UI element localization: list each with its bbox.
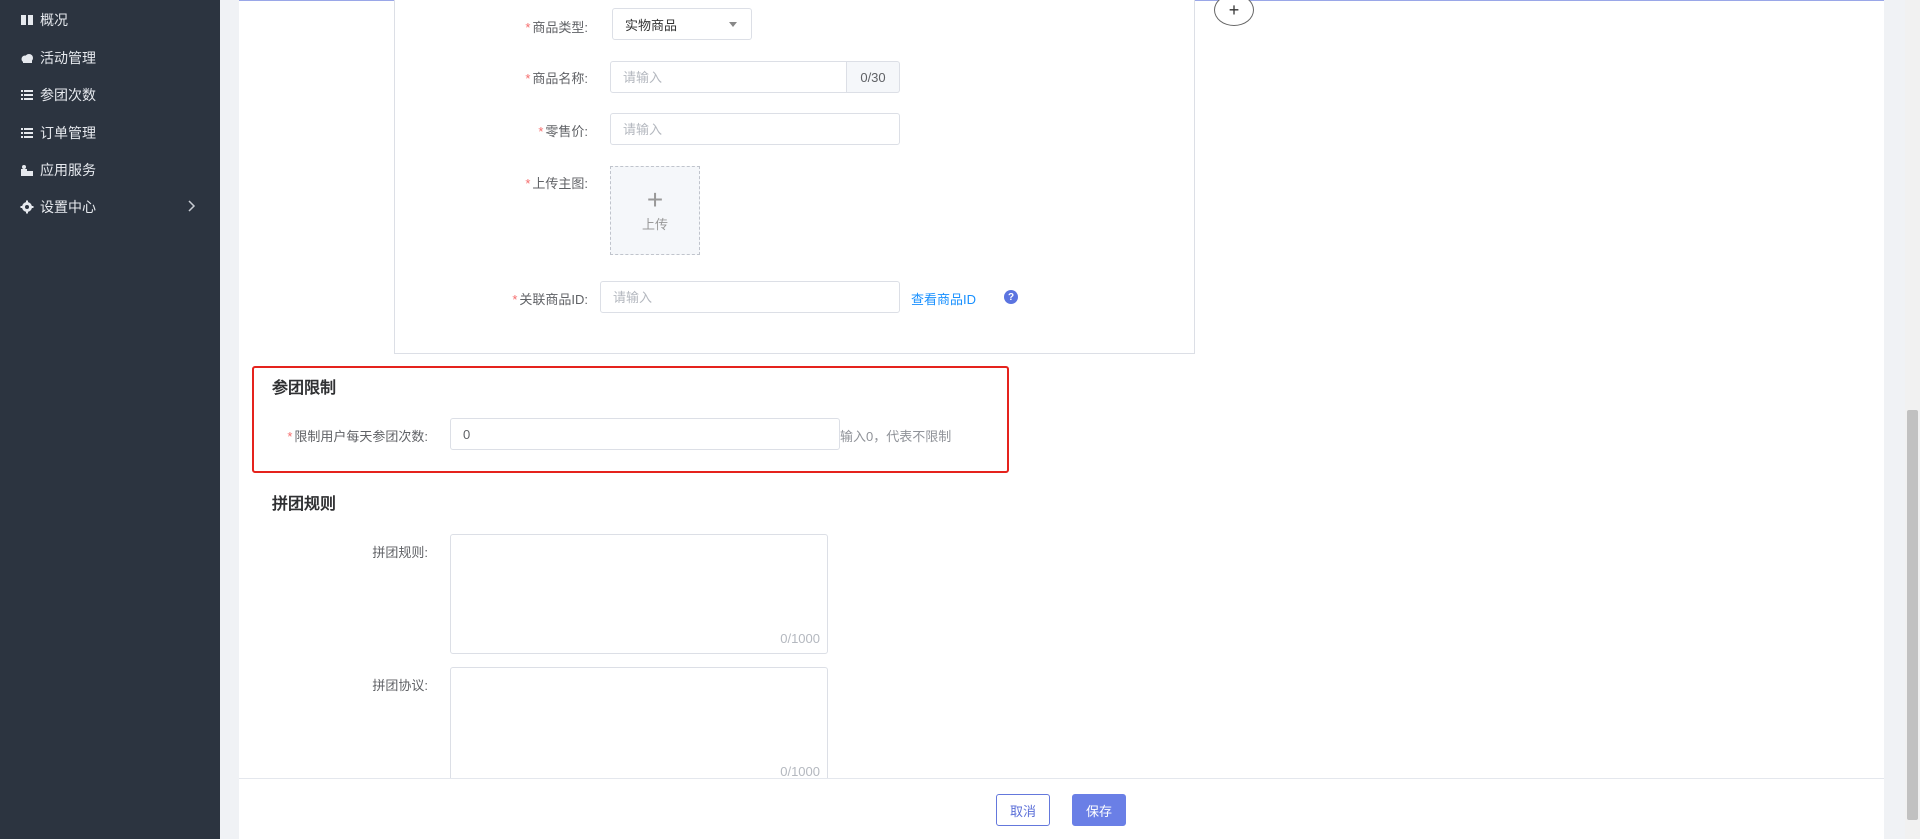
footer-bar: 取消 保存 bbox=[239, 778, 1884, 839]
related-product-id-label: * 关联商品ID: bbox=[512, 292, 588, 307]
plus-icon: + bbox=[646, 184, 664, 215]
main-image-label: * 上传主图: bbox=[525, 176, 588, 191]
image-upload[interactable]: + 上传 bbox=[610, 166, 700, 255]
list-icon bbox=[21, 89, 33, 100]
upload-text: 上传 bbox=[641, 217, 668, 232]
sidebar-item-settings[interactable]: 设置中心 bbox=[0, 188, 220, 225]
view-product-id-link[interactable]: 查看商品ID bbox=[911, 289, 976, 308]
caret-down-icon bbox=[729, 22, 737, 27]
sidebar-item-join-count[interactable]: 参团次数 bbox=[0, 76, 220, 113]
sidebar-item-activity[interactable]: 活动管理 bbox=[0, 39, 220, 76]
retail-price-input[interactable] bbox=[610, 113, 900, 145]
sidebar-item-label: 活动管理 bbox=[40, 49, 96, 66]
product-name-label: * 商品名称: bbox=[525, 71, 588, 86]
retail-price-label: * 零售价: bbox=[538, 124, 588, 139]
plus-icon: + bbox=[1228, 0, 1240, 20]
rules-label: 拼团规则: bbox=[372, 545, 428, 560]
agreement-textarea[interactable]: 0/1000 bbox=[450, 667, 828, 787]
puzzle-icon bbox=[21, 164, 33, 176]
sidebar-item-orders[interactable]: 订单管理 bbox=[0, 114, 220, 151]
chevron-right-icon bbox=[188, 200, 196, 212]
sidebar-item-label: 订单管理 bbox=[40, 124, 96, 141]
product-type-value: 实物商品 bbox=[625, 17, 678, 33]
daily-limit-hint: 输入0，代表不限制 bbox=[840, 429, 952, 444]
sidebar-item-overview[interactable]: 概况 bbox=[0, 1, 220, 38]
cloud-icon bbox=[21, 53, 33, 63]
scrollbar-thumb[interactable] bbox=[1907, 410, 1918, 820]
sidebar-item-label: 设置中心 bbox=[40, 198, 96, 215]
daily-limit-label: * 限制用户每天参团次数: bbox=[287, 429, 428, 444]
product-type-select[interactable]: 实物商品 bbox=[612, 8, 752, 40]
product-name-input[interactable] bbox=[610, 61, 847, 93]
product-name-counter: 0/30 bbox=[847, 61, 900, 93]
daily-limit-input[interactable] bbox=[450, 418, 840, 450]
sidebar-item-label: 参团次数 bbox=[40, 86, 96, 103]
save-button[interactable]: 保存 bbox=[1072, 794, 1126, 826]
gear-icon bbox=[20, 200, 34, 213]
agreement-label: 拼团协议: bbox=[372, 678, 428, 693]
sidebar: 概况 活动管理 参团次数 订单管理 应用服务 设置中心 bbox=[0, 0, 220, 839]
limit-section-title: 参团限制 bbox=[272, 380, 337, 397]
related-product-id-input[interactable] bbox=[600, 281, 900, 313]
list-icon bbox=[21, 127, 33, 138]
rules-textarea[interactable]: 0/1000 bbox=[450, 534, 828, 654]
rules-counter: 0/1000 bbox=[780, 631, 820, 646]
sidebar-item-label: 应用服务 bbox=[40, 161, 96, 178]
sidebar-item-label: 概况 bbox=[40, 11, 68, 28]
sidebar-item-app-services[interactable]: 应用服务 bbox=[0, 151, 220, 188]
help-icon[interactable]: ? bbox=[1004, 290, 1018, 304]
product-type-label: * 商品类型: bbox=[525, 20, 588, 35]
book-icon bbox=[21, 14, 33, 25]
rules-section-title: 拼团规则 bbox=[272, 496, 337, 513]
cancel-button[interactable]: 取消 bbox=[996, 794, 1050, 826]
agreement-counter: 0/1000 bbox=[780, 764, 820, 779]
